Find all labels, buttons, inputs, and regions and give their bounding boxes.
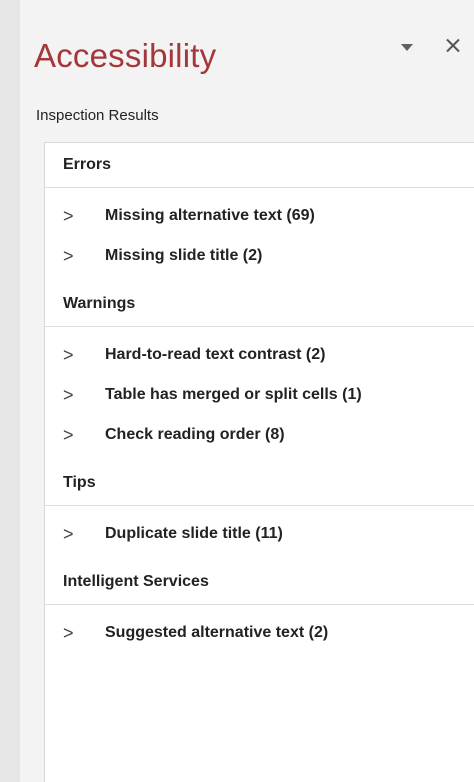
- accessibility-pane: Accessibility Inspection Results Errors …: [20, 0, 474, 782]
- chevron-right-icon: >: [63, 206, 74, 226]
- chevron-right-icon: >: [63, 623, 74, 643]
- warnings-header: Warnings: [45, 282, 474, 327]
- chevron-right-icon: >: [63, 246, 74, 266]
- chevron-right-icon: >: [63, 425, 74, 445]
- errors-group: Errors > Missing alternative text (69) >…: [45, 143, 474, 276]
- item-label: Missing slide title (2): [105, 247, 263, 264]
- error-missing-alt-text[interactable]: > Missing alternative text (69): [45, 196, 474, 236]
- service-suggested-alt-text[interactable]: > Suggested alternative text (2): [45, 613, 474, 653]
- tip-duplicate-slide-title[interactable]: > Duplicate slide title (11): [45, 514, 474, 554]
- close-icon[interactable]: [440, 33, 466, 59]
- chevron-right-icon: >: [63, 385, 74, 405]
- item-label: Suggested alternative text (2): [105, 624, 329, 641]
- tips-group: Tips > Duplicate slide title (11): [45, 461, 474, 554]
- item-label: Check reading order (8): [105, 426, 285, 443]
- warning-merged-split-cells[interactable]: > Table has merged or split cells (1): [45, 375, 474, 415]
- tips-header: Tips: [45, 461, 474, 506]
- inspection-results-label: Inspection Results: [36, 107, 159, 124]
- pane-options-icon[interactable]: [401, 44, 415, 54]
- errors-header: Errors: [45, 143, 474, 188]
- warning-text-contrast[interactable]: > Hard-to-read text contrast (2): [45, 335, 474, 375]
- item-label: Duplicate slide title (11): [105, 525, 283, 542]
- pane-title: Accessibility: [34, 37, 217, 74]
- error-missing-slide-title[interactable]: > Missing slide title (2): [45, 236, 474, 276]
- item-label: Table has merged or split cells (1): [105, 386, 362, 403]
- chevron-right-icon: >: [63, 345, 74, 365]
- intelligent-services-group: Intelligent Services > Suggested alterna…: [45, 560, 474, 653]
- warning-reading-order[interactable]: > Check reading order (8): [45, 415, 474, 455]
- item-label: Missing alternative text (69): [105, 207, 315, 224]
- item-label: Hard-to-read text contrast (2): [105, 346, 326, 363]
- inspection-results-list: Errors > Missing alternative text (69) >…: [44, 142, 474, 782]
- intelligent-services-header: Intelligent Services: [45, 560, 474, 605]
- chevron-right-icon: >: [63, 524, 74, 544]
- warnings-group: Warnings > Hard-to-read text contrast (2…: [45, 282, 474, 455]
